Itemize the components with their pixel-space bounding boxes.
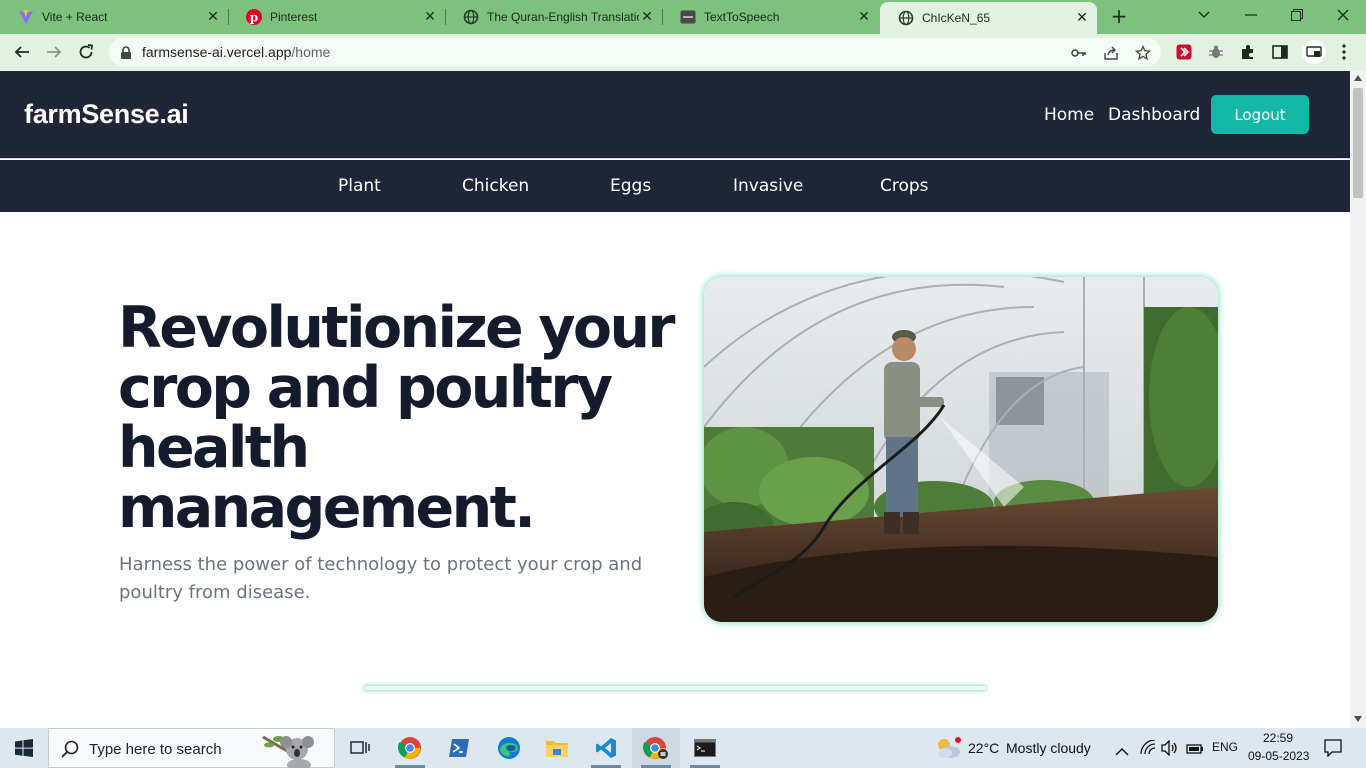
tab-close-icon[interactable]: ✕: [640, 9, 654, 23]
hero-title-line: management.: [118, 475, 536, 541]
nav-dashboard-link[interactable]: Dashboard: [1108, 105, 1200, 125]
terminal-favicon-icon: [680, 9, 696, 25]
category-invasive[interactable]: Invasive: [733, 176, 803, 196]
taskbar-search-box[interactable]: Type here to search: [48, 728, 335, 768]
browser-tab-strip: Vite + React ✕ p Pinterest ✕ The Quran-E…: [0, 0, 1366, 34]
bug-extension-icon[interactable]: [1206, 42, 1226, 62]
hero-title-line: health: [118, 415, 310, 481]
weather-condition[interactable]: Mostly cloudy: [1006, 740, 1091, 756]
chrome-profile-icon[interactable]: [632, 728, 680, 768]
greenhouse-farmer-image: [704, 277, 1218, 622]
search-placeholder: Type here to search: [89, 741, 222, 758]
share-icon[interactable]: [1102, 44, 1120, 62]
koala-search-highlight-icon: [261, 729, 325, 768]
powershell-icon[interactable]: [435, 728, 483, 768]
extension-red-icon[interactable]: [1174, 42, 1194, 62]
pinterest-icon: p: [246, 9, 262, 25]
vite-icon: [18, 9, 34, 25]
url-text: farmsense-ai.vercel.app/home: [142, 44, 330, 60]
profile-avatar-icon[interactable]: [1302, 40, 1326, 64]
scroll-down-arrow-icon[interactable]: [1354, 716, 1362, 722]
tab-close-icon[interactable]: ✕: [423, 9, 437, 23]
side-panel-icon[interactable]: [1270, 42, 1290, 62]
category-plant[interactable]: Plant: [338, 176, 381, 196]
windows-taskbar: Type here to search 22°C Mostly cloudy E…: [0, 728, 1366, 768]
tab-title: ChIcKeN_65: [922, 11, 991, 25]
scroll-up-arrow-icon[interactable]: [1354, 75, 1362, 81]
tab-vite-react[interactable]: Vite + React ✕: [0, 0, 229, 34]
globe-icon: [463, 9, 479, 25]
hero-title-line: Revolutionize your: [118, 295, 676, 361]
clock-time[interactable]: 22:59: [1263, 731, 1293, 745]
hero-subtitle: Harness the power of technology to prote…: [119, 554, 643, 603]
tab-text-to-speech[interactable]: TextToSpeech ✕: [662, 0, 879, 34]
hero-title-line: crop and poultry: [118, 355, 613, 421]
bookmark-star-icon[interactable]: [1134, 44, 1152, 62]
clock-date[interactable]: 09-05-2023: [1248, 749, 1309, 763]
file-explorer-icon[interactable]: [533, 728, 581, 768]
close-window-button[interactable]: [1320, 0, 1366, 30]
scrollbar-thumb[interactable]: [1353, 88, 1363, 198]
category-nav: Plant Chicken Eggs Invasive Crops: [0, 160, 1350, 212]
logout-button[interactable]: Logout: [1211, 95, 1309, 134]
chrome-icon[interactable]: [386, 728, 434, 768]
tab-title: The Quran-English Translatio: [487, 10, 639, 24]
tab-quran-translation[interactable]: The Quran-English Translatio ✕: [445, 0, 663, 34]
web-page: farmSense.ai Home Dashboard Logout Plant…: [0, 71, 1350, 728]
minimize-button[interactable]: [1228, 0, 1274, 30]
terminal-icon[interactable]: [681, 728, 729, 768]
extensions-puzzle-icon[interactable]: [1238, 42, 1258, 62]
key-icon[interactable]: [1070, 44, 1088, 62]
page-scrollbar[interactable]: [1350, 71, 1366, 728]
lock-icon[interactable]: [120, 45, 132, 64]
language-indicator[interactable]: ENG: [1212, 740, 1238, 754]
category-eggs[interactable]: Eggs: [610, 176, 651, 196]
globe-icon: [898, 10, 914, 26]
weather-temperature[interactable]: 22°C: [968, 740, 999, 756]
tab-close-icon[interactable]: ✕: [206, 9, 220, 23]
windows-start-button[interactable]: [0, 728, 48, 768]
tab-title: TextToSpeech: [704, 10, 780, 24]
address-bar[interactable]: farmsense-ai.vercel.app/home: [109, 38, 1161, 66]
edge-icon[interactable]: [485, 728, 533, 768]
weather-cloudy-icon[interactable]: [934, 736, 962, 764]
browser-toolbar: farmsense-ai.vercel.app/home: [0, 34, 1366, 71]
category-crops[interactable]: Crops: [880, 176, 929, 196]
reload-button[interactable]: [72, 38, 100, 66]
search-icon: [61, 740, 79, 762]
forward-button[interactable]: [40, 38, 68, 66]
tab-search-chevron-icon[interactable]: [1181, 0, 1227, 30]
section-divider: [364, 686, 986, 690]
svg-text:p: p: [250, 11, 258, 25]
hero-title: Revolutionize your crop and poultry heal…: [118, 298, 678, 538]
tab-title: Pinterest: [270, 10, 318, 24]
wifi-icon[interactable]: [1139, 739, 1157, 760]
tab-title: Vite + React: [42, 10, 108, 24]
battery-plugged-icon[interactable]: [1185, 741, 1203, 760]
url-host: farmsense-ai.vercel.app: [142, 44, 292, 60]
category-chicken[interactable]: Chicken: [462, 176, 529, 196]
new-tab-button[interactable]: +: [1108, 5, 1130, 27]
tab-chicken-65[interactable]: ChIcKeN_65 ✕: [880, 2, 1097, 34]
tab-close-icon[interactable]: ✕: [1075, 10, 1089, 24]
chevron-up-icon[interactable]: [1115, 742, 1129, 761]
notifications-icon[interactable]: [1324, 739, 1342, 761]
back-button[interactable]: [8, 38, 36, 66]
nav-home-link[interactable]: Home: [1044, 105, 1094, 125]
site-logo[interactable]: farmSense.ai: [24, 99, 189, 130]
restore-button[interactable]: [1274, 0, 1320, 30]
task-view-icon[interactable]: [336, 728, 384, 768]
volume-icon[interactable]: [1161, 739, 1179, 760]
url-path: /home: [291, 44, 331, 60]
tab-close-icon[interactable]: ✕: [857, 9, 871, 23]
vscode-icon[interactable]: [582, 728, 630, 768]
tab-pinterest[interactable]: p Pinterest ✕: [228, 0, 446, 34]
browser-menu-icon[interactable]: [1334, 42, 1354, 62]
site-header: farmSense.ai Home Dashboard Logout: [0, 71, 1350, 159]
